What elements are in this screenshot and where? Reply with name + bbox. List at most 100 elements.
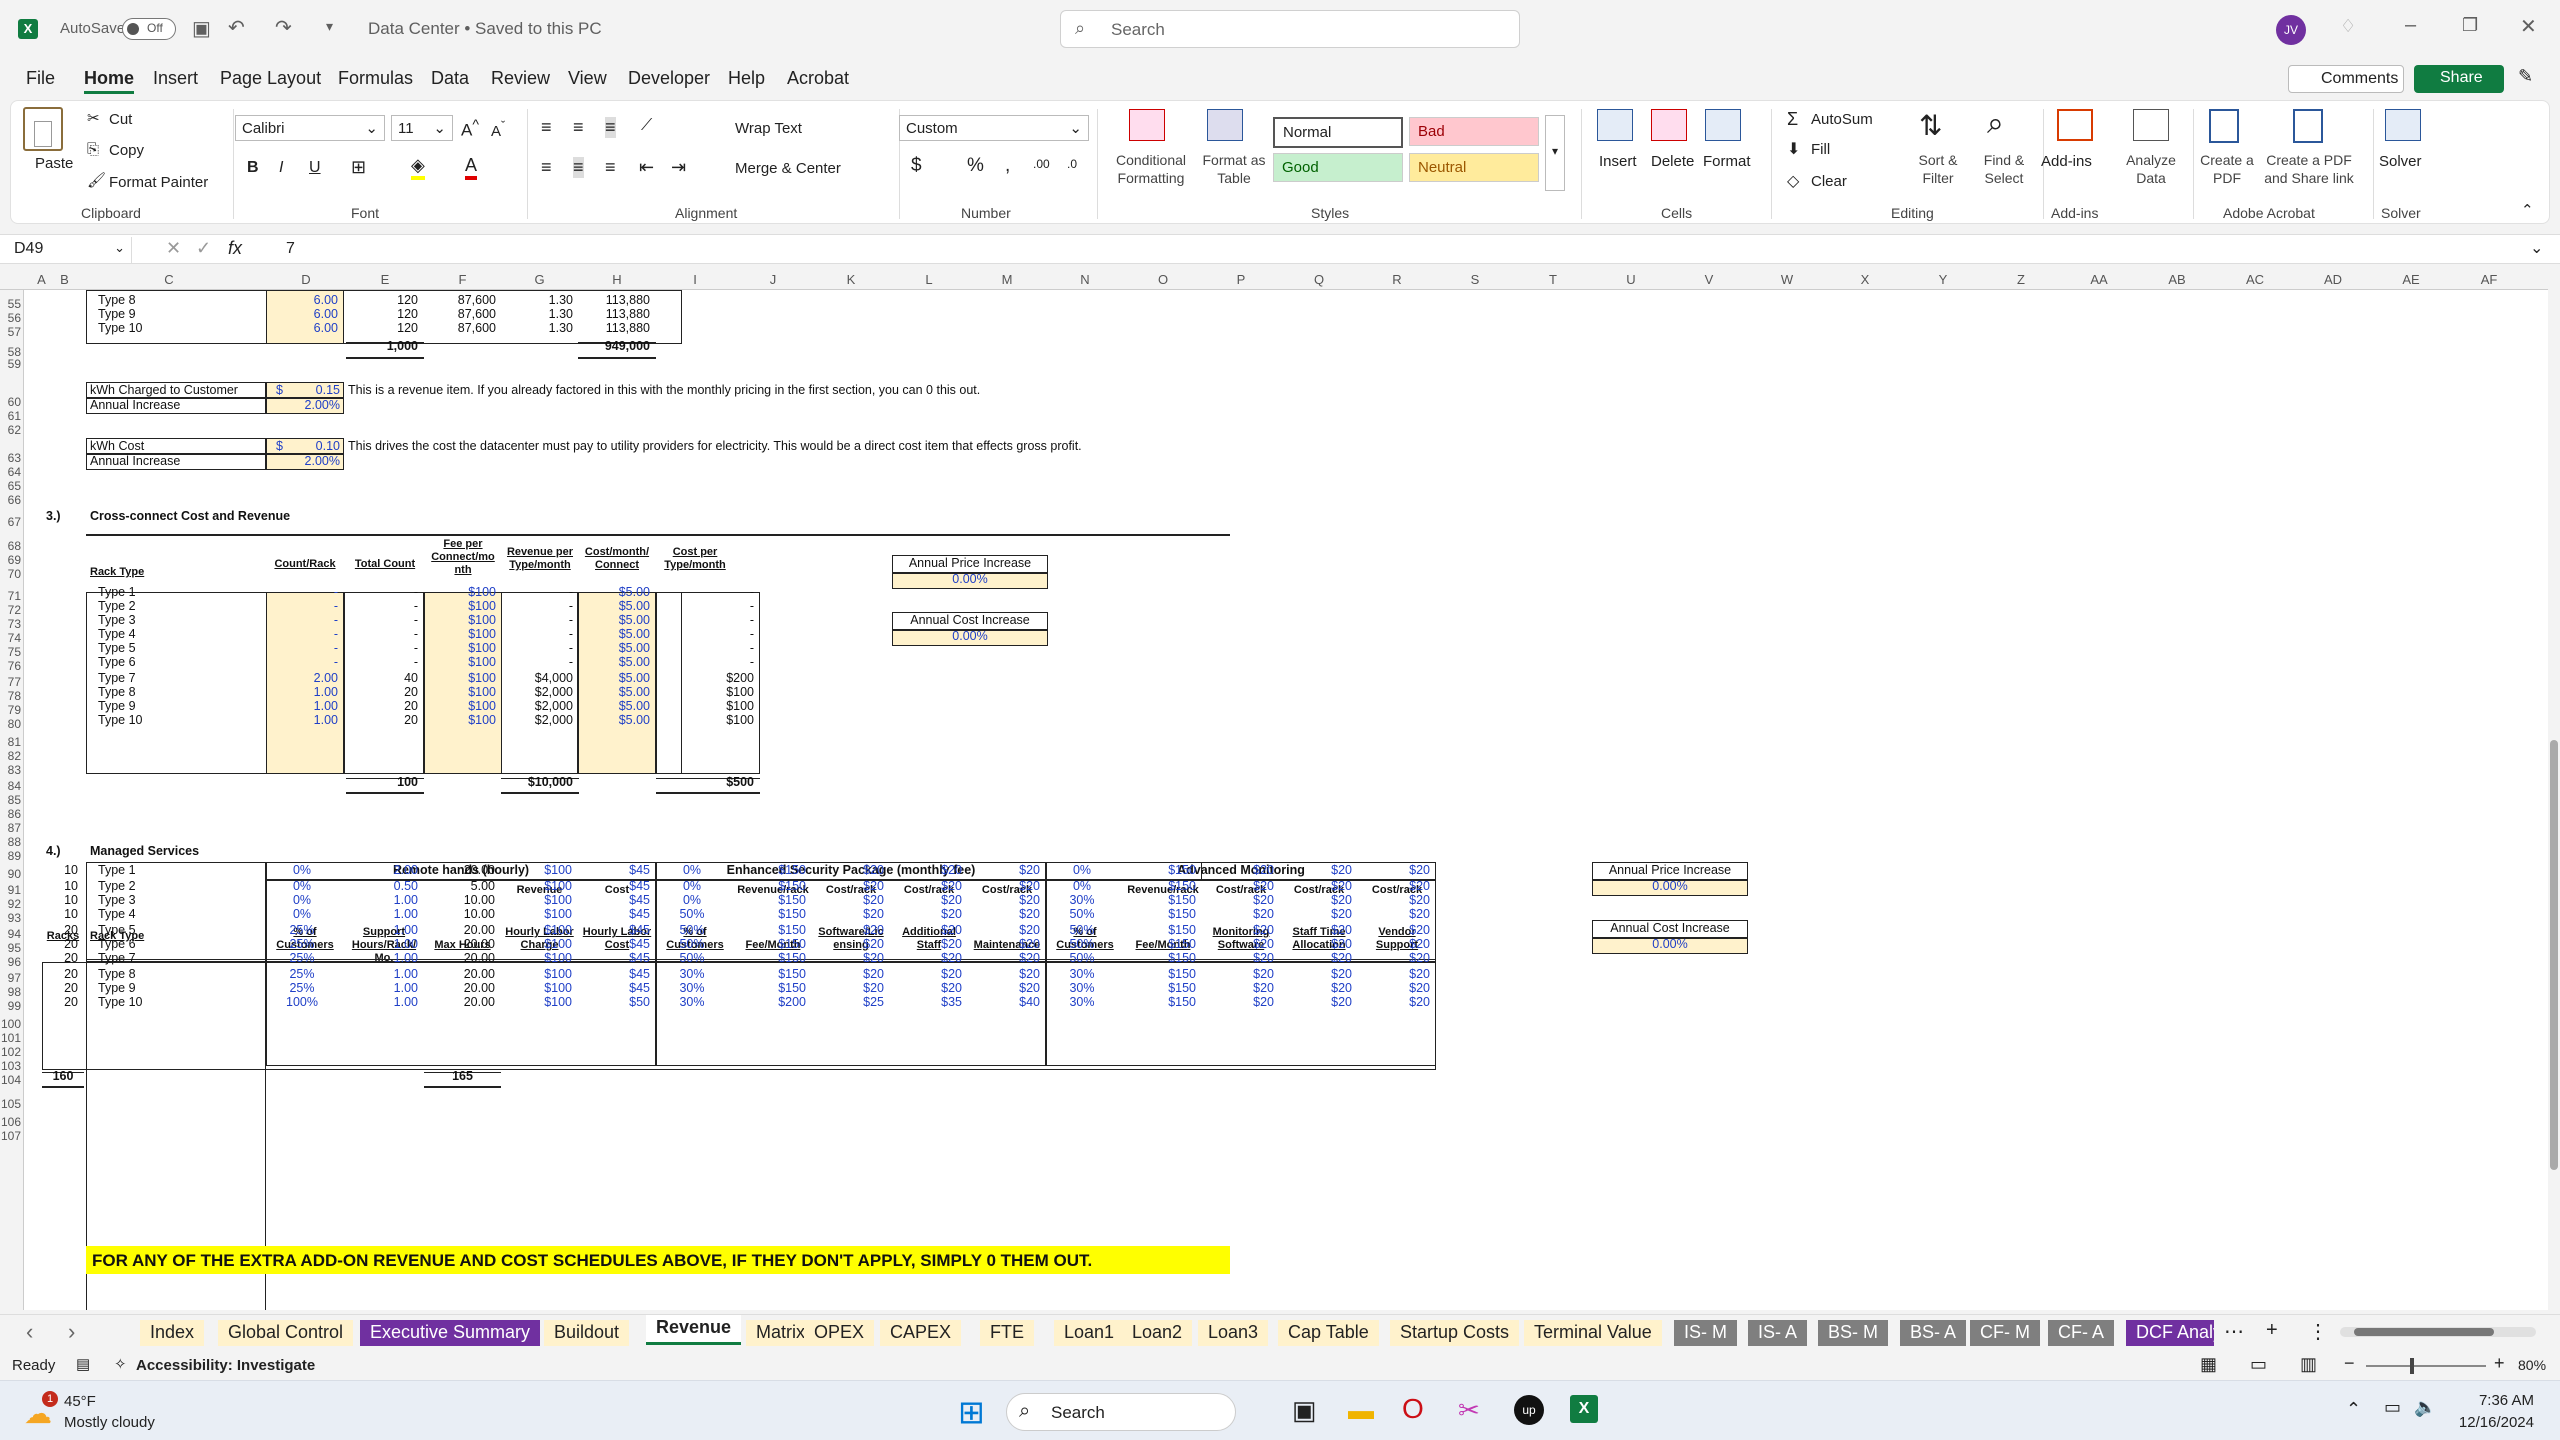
row-header[interactable]: 99	[0, 1000, 24, 1012]
solver-icon[interactable]	[2385, 109, 2421, 141]
row-header[interactable]: 67	[0, 516, 24, 528]
horizontal-scroll-thumb[interactable]	[2354, 1328, 2494, 1336]
cell[interactable]: 20	[346, 712, 418, 730]
sheet-tab[interactable]: OPEX	[804, 1320, 875, 1346]
pen-icon[interactable]: ✎	[2518, 66, 2533, 87]
sheet-tab[interactable]: Startup Costs	[1390, 1320, 1520, 1346]
menu-data[interactable]: Data	[431, 68, 469, 89]
find-select-icon[interactable]: ⌕	[1987, 107, 2004, 141]
row-header[interactable]: 56	[0, 312, 24, 324]
label-cell[interactable]: Annual Increase	[90, 453, 266, 471]
conditional-formatting-icon[interactable]	[1129, 109, 1165, 141]
increase-decimal-icon[interactable]: .00	[1033, 157, 1050, 171]
zoom-level[interactable]: 80%	[2518, 1357, 2546, 1373]
row-header[interactable]: 105	[0, 1098, 24, 1110]
lightbulb-icon[interactable]: ♢	[2340, 16, 2356, 37]
label-cell[interactable]: Annual Increase	[90, 397, 266, 415]
row-header[interactable]: 72	[0, 604, 24, 616]
cell[interactable]: 113,880	[578, 320, 650, 338]
row-header[interactable]: 73	[0, 618, 24, 630]
input-cell[interactable]: 2.00%	[266, 397, 340, 415]
total-cell[interactable]: $500	[656, 774, 754, 792]
worksheet-grid[interactable]: Type 8 6.00 120 87,600 1.30 113,880 Type 9 6.00…	[24, 290, 2548, 1310]
row-header[interactable]: 77	[0, 676, 24, 688]
row-header[interactable]: 64	[0, 466, 24, 478]
analyze-data-icon[interactable]	[2133, 109, 2169, 141]
delete-cells-icon[interactable]	[1651, 109, 1687, 141]
column-header[interactable]: N	[1046, 272, 1124, 287]
menu-home[interactable]: Home	[84, 68, 135, 94]
column-header[interactable]: AD	[2294, 272, 2372, 287]
formula-input[interactable]: 7	[286, 240, 295, 258]
name-box[interactable]: D49 ⌄	[8, 237, 132, 263]
format-painter-button[interactable]: Format Painter	[109, 174, 208, 191]
save-icon[interactable]: ▣	[192, 16, 211, 41]
total-cell[interactable]: 165	[424, 1068, 501, 1086]
row-header[interactable]: 62	[0, 424, 24, 436]
column-header[interactable]: S	[1436, 272, 1514, 287]
zoom-slider[interactable]	[2366, 1358, 2486, 1374]
sheet-tab[interactable]: IS- A	[1748, 1320, 1808, 1346]
menu-file[interactable]: File	[26, 68, 55, 89]
row-header[interactable]: 68	[0, 540, 24, 552]
autosum-icon[interactable]: Σ	[1787, 109, 1798, 130]
taskbar-search[interactable]: ⌕ Search	[1006, 1393, 1236, 1431]
share-button[interactable]: Share	[2414, 65, 2504, 93]
row-header[interactable]: 86	[0, 808, 24, 820]
paste-icon[interactable]	[23, 107, 63, 151]
font-color-icon[interactable]: A	[465, 155, 478, 180]
row-header[interactable]: 60	[0, 396, 24, 408]
column-header[interactable]: Y	[1904, 272, 1982, 287]
column-header[interactable]: F	[424, 272, 501, 287]
menu-developer[interactable]: Developer	[628, 68, 710, 89]
column-header[interactable]: W	[1748, 272, 1826, 287]
row-header[interactable]: 79	[0, 704, 24, 716]
column-header[interactable]: G	[501, 272, 578, 287]
row-header[interactable]: 102	[0, 1046, 24, 1058]
font-size-select[interactable]: 11 ⌄	[391, 115, 453, 141]
menu-insert[interactable]: Insert	[153, 68, 198, 89]
row-header[interactable]: 104	[0, 1074, 24, 1086]
input-cell[interactable]: 0.00%	[1592, 936, 1748, 954]
style-good[interactable]: Good	[1273, 153, 1403, 182]
column-header[interactable]: E	[346, 272, 424, 287]
avatar[interactable]: JV	[2276, 15, 2306, 45]
fill-button[interactable]: Fill	[1811, 141, 1830, 158]
accessibility-status[interactable]: Accessibility: Investigate	[136, 1357, 315, 1374]
total-cell[interactable]: $10,000	[501, 774, 573, 792]
cell[interactable]: 87,600	[424, 320, 496, 338]
column-header[interactable]: AA	[2060, 272, 2138, 287]
decrease-font-icon[interactable]: Aˇ	[491, 119, 505, 140]
bold-button[interactable]: B	[247, 159, 259, 177]
row-header[interactable]: 87	[0, 822, 24, 834]
find-select-button[interactable]: Find & Select	[1973, 151, 2035, 187]
menu-help[interactable]: Help	[728, 68, 765, 89]
rack-type-cell[interactable]: Type 10	[98, 712, 218, 730]
column-header[interactable]: U	[1592, 272, 1670, 287]
row-header[interactable]: 80	[0, 718, 24, 730]
excel-taskbar-icon[interactable]: X	[1570, 1395, 1598, 1423]
autosave-toggle[interactable]: Off	[122, 18, 176, 40]
align-middle-icon[interactable]: ≡	[573, 117, 584, 138]
volume-icon[interactable]: 🔈	[2414, 1397, 2436, 1418]
row-header[interactable]: 103	[0, 1060, 24, 1072]
italic-button[interactable]: I	[279, 159, 283, 177]
upwork-icon[interactable]: up	[1514, 1395, 1544, 1425]
style-normal[interactable]: Normal	[1273, 117, 1403, 148]
row-header[interactable]: 107	[0, 1130, 24, 1142]
format-as-table-icon[interactable]	[1207, 109, 1243, 141]
column-header[interactable]: I	[656, 272, 734, 287]
sheet-tab[interactable]: CF- A	[2048, 1320, 2115, 1346]
menu-review[interactable]: Review	[491, 68, 550, 89]
column-header[interactable]: M	[968, 272, 1046, 287]
underline-button[interactable]: U	[309, 159, 321, 177]
number-format-select[interactable]: Custom ⌄	[899, 115, 1089, 141]
menu-acrobat[interactable]: Acrobat	[787, 68, 849, 89]
row-header[interactable]: 71	[0, 590, 24, 602]
column-header[interactable]: B	[57, 272, 72, 287]
redo-icon[interactable]: ↷	[275, 15, 292, 40]
align-right-icon[interactable]: ≡	[605, 157, 616, 178]
borders-icon[interactable]: ⊞	[351, 157, 366, 178]
section-title[interactable]: Managed Services	[90, 843, 390, 861]
column-header[interactable]: AC	[2216, 272, 2294, 287]
